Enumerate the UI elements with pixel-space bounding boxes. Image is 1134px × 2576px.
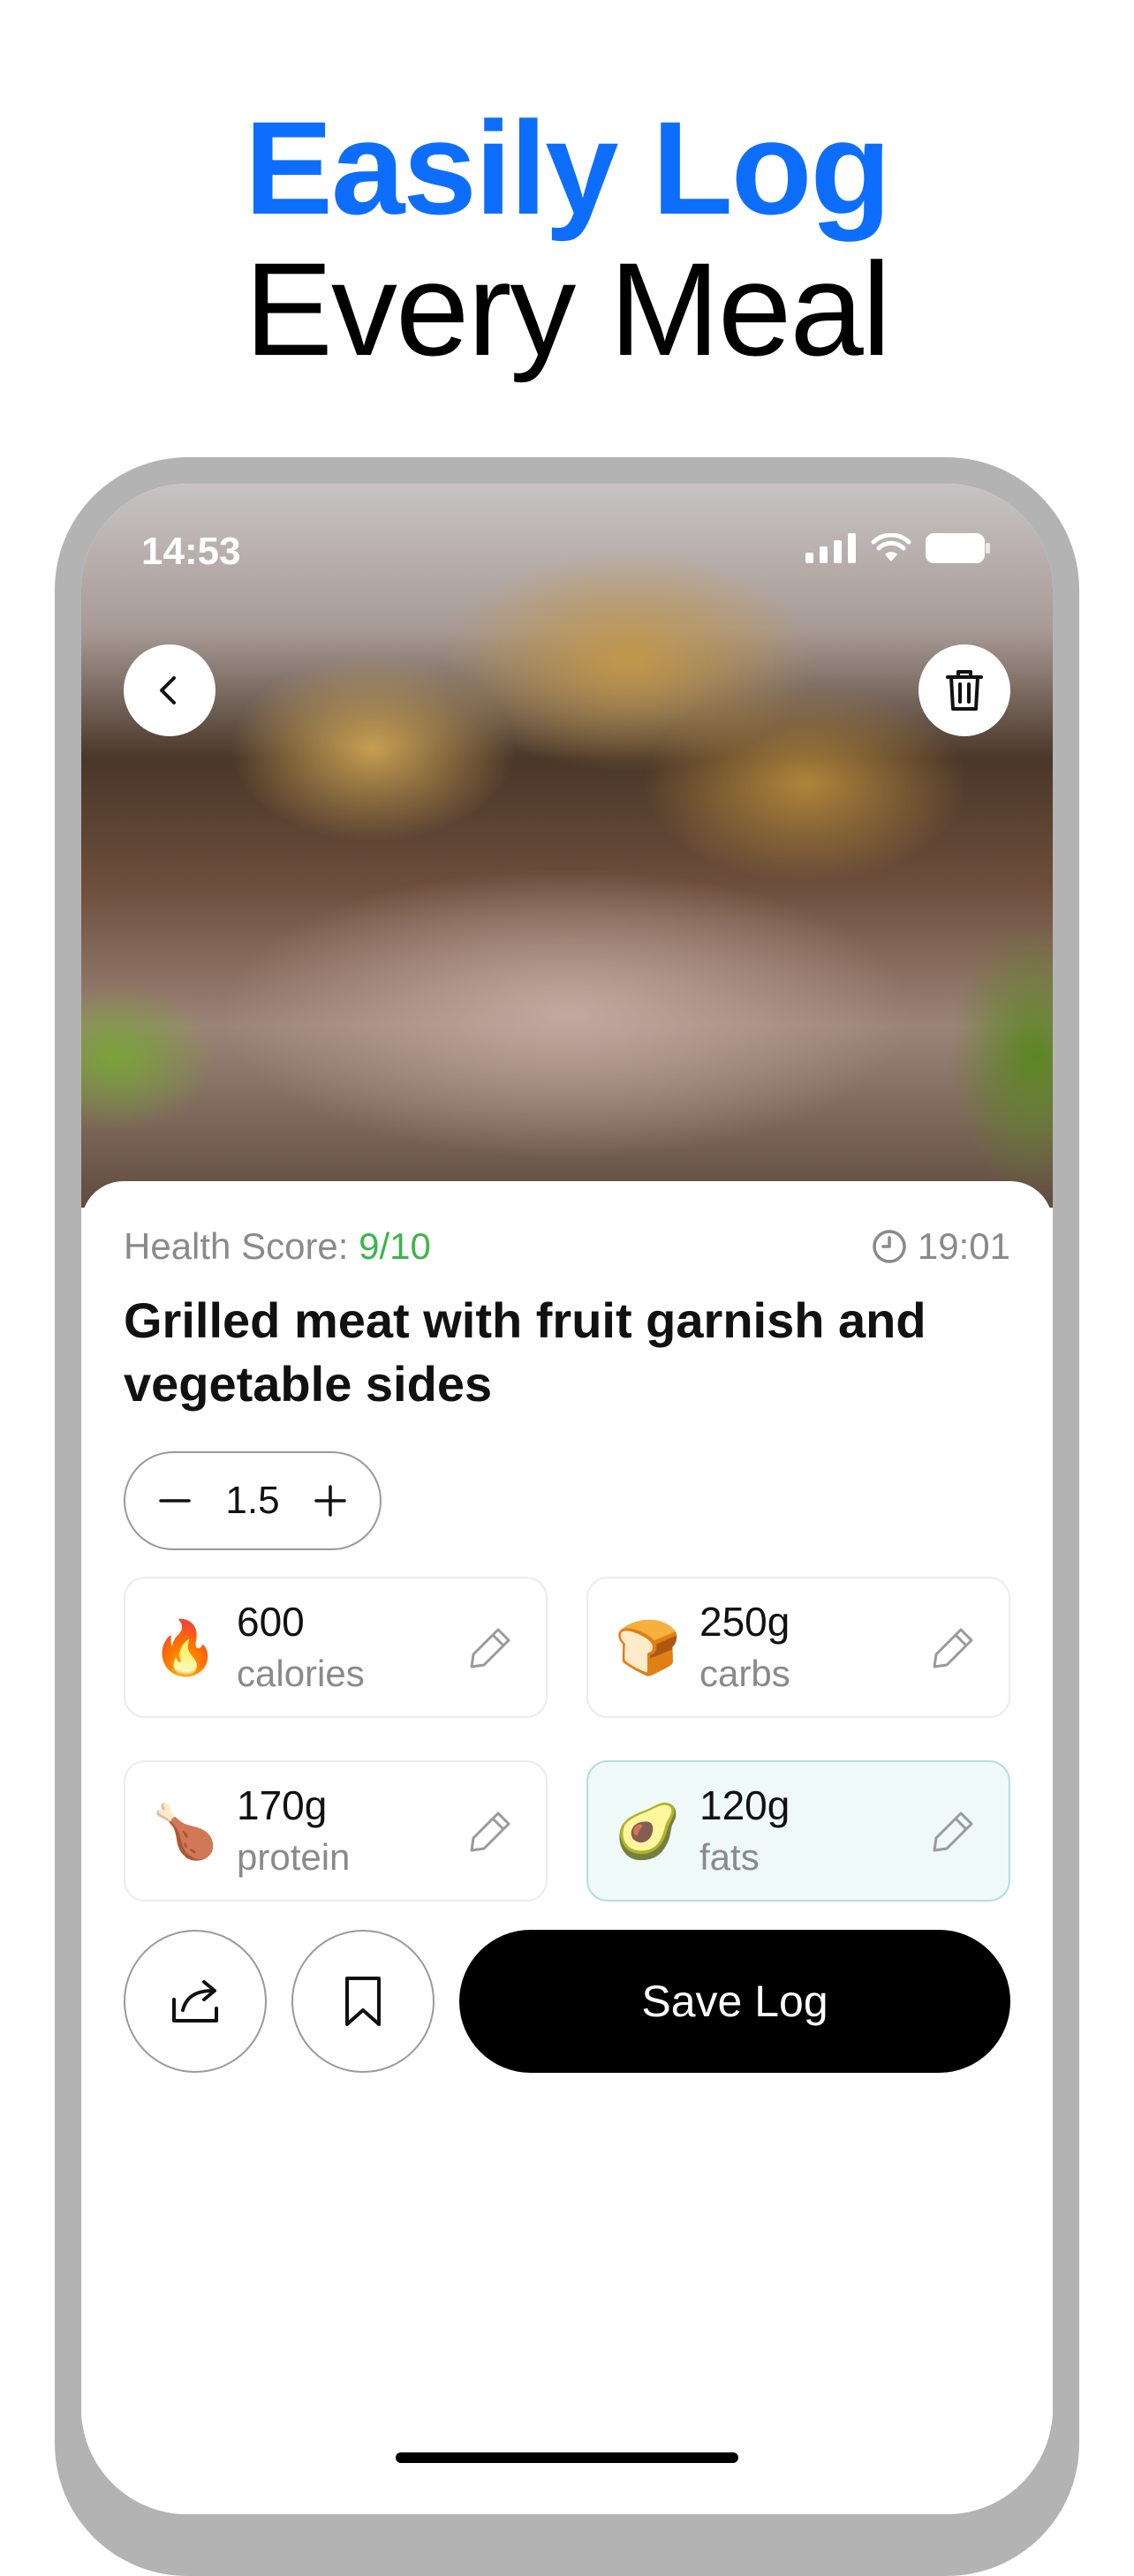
fire-icon: 🔥 [152,1618,218,1677]
nutrition-value: 250g [699,1599,790,1645]
back-button[interactable] [124,644,215,736]
nutrition-value: 170g [237,1782,328,1828]
plus-icon[interactable] [313,1483,348,1518]
phone-screen: 14:53 Health Score: 9/10 19:01 Grilled m… [81,484,1053,2514]
meal-time: 19:01 [872,1225,1010,1268]
nutrition-label: protein [237,1836,351,1878]
nutrition-value: 120g [699,1782,790,1828]
share-icon [172,1980,218,2022]
meal-detail-sheet: Health Score: 9/10 19:01 Grilled meat wi… [81,1181,1053,2514]
pencil-icon[interactable] [931,1624,977,1670]
battery-icon [926,533,990,563]
headline: Easily Log Every Meal [0,97,1134,380]
bookmark-button[interactable] [291,1930,435,2073]
minus-icon[interactable] [157,1483,193,1518]
servings-value: 1.5 [225,1479,280,1522]
home-indicator [396,2452,738,2463]
drumstick-icon: 🍗 [152,1802,218,1861]
delete-button[interactable] [919,644,1010,736]
share-button[interactable] [124,1930,267,2073]
health-score-label: Health Score: [124,1225,359,1267]
nutrition-label: calories [237,1653,365,1694]
avocado-icon: 🥑 [615,1802,681,1861]
health-score-value: 9/10 [359,1225,431,1267]
pencil-icon[interactable] [931,1808,977,1854]
clock-icon [873,1230,906,1263]
nutrition-label: fats [699,1836,760,1878]
nutrition-value: 600 [237,1599,305,1645]
meal-time-value: 19:01 [917,1225,1010,1267]
nutrition-label: carbs [699,1653,790,1694]
servings-stepper: 1.5 [124,1451,382,1550]
meal-photo [81,484,1053,1208]
nutrition-card-carbs[interactable]: 🍞 250g carbs [586,1577,1010,1718]
save-log-button[interactable]: Save Log [459,1930,1010,2073]
nutrition-card-calories[interactable]: 🔥 600 calories [124,1577,548,1718]
signal-icon [805,533,856,563]
bookmark-icon [345,1977,381,2026]
nutrition-card-protein[interactable]: 🍗 170g protein [124,1760,548,1902]
headline-line-1: Easily Log [244,94,891,242]
status-icons [805,533,991,563]
wifi-icon [871,533,911,561]
nutrition-card-fats[interactable]: 🥑 120g fats [586,1760,1010,1902]
headline-line-2: Every Meal [244,235,891,383]
trash-icon [946,670,983,711]
pencil-icon[interactable] [468,1624,514,1670]
bread-icon: 🍞 [615,1618,681,1677]
chevron-left-icon [160,676,176,704]
pencil-icon[interactable] [468,1808,514,1854]
health-score: Health Score: 9/10 [124,1225,431,1268]
status-time: 14:53 [141,530,241,573]
meal-title: Grilled meat with fruit garnish and vege… [124,1292,926,1412]
